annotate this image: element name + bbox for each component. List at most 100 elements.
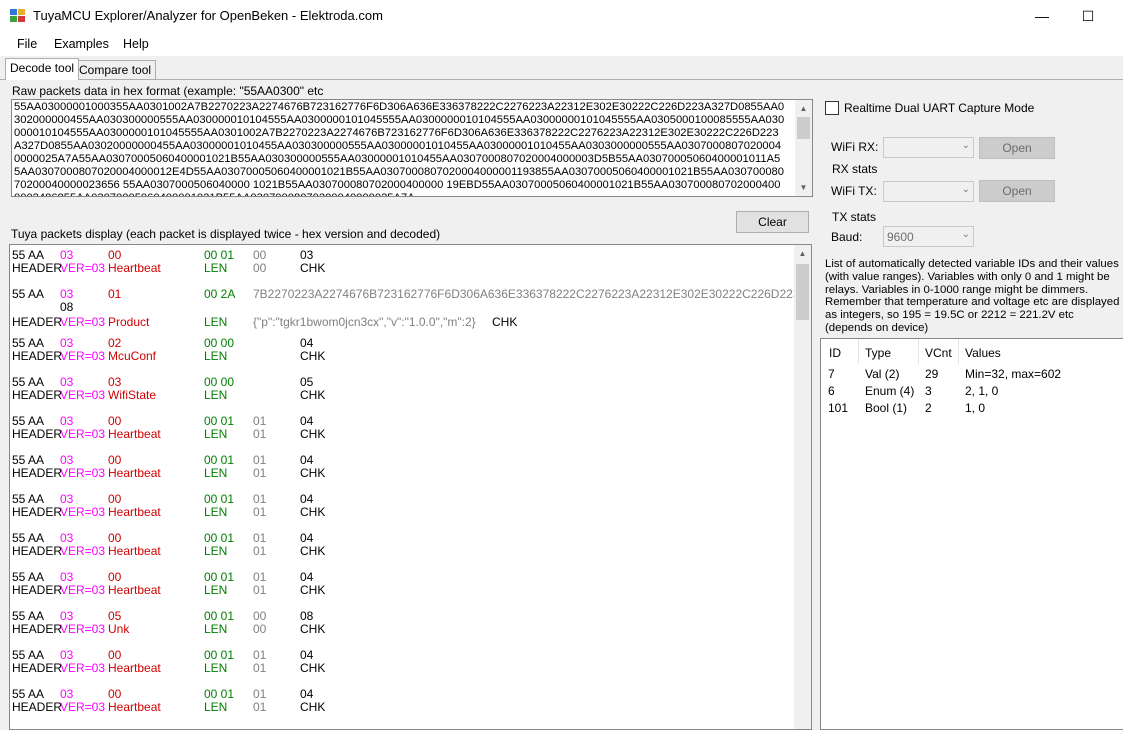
menu-help[interactable]: Help xyxy=(123,37,149,51)
packet-decoded-header: HEADER xyxy=(12,315,63,329)
packet-decoded-checksum: CHK xyxy=(300,261,326,275)
packet-decoded-data: 01 xyxy=(253,700,267,714)
capture-mode-checkbox[interactable] xyxy=(825,101,839,115)
raw-hex-textarea[interactable]: 55AA03000001000355AA0301002A7B2270223A22… xyxy=(11,99,813,197)
packet-decoded-command: WifiState xyxy=(108,388,157,402)
packet-decoded-version: VER=03 xyxy=(60,505,106,519)
tab-strip: Decode tool Compare tool xyxy=(0,56,1123,80)
packet-decoded-version: VER=03 xyxy=(60,388,106,402)
packet-decoded-command: Heartbeat xyxy=(108,466,161,480)
wifi-tx-select[interactable]: ⌄ xyxy=(883,181,974,202)
packet-decoded-version: VER=03 xyxy=(60,622,106,636)
packet-entry: 55 AA 03 05 00 01 00 08 HEADER VER=03 Unk LEN 00 CH… xyxy=(10,610,790,638)
packet-decoded-length: LEN xyxy=(204,544,228,558)
baud-select[interactable]: 9600 ⌄ xyxy=(883,226,974,247)
packet-decoded-checksum: CHK xyxy=(300,700,326,714)
packet-decoded-command: Heartbeat xyxy=(108,544,161,558)
window-title: TuyaMCU Explorer/Analyzer for OpenBeken … xyxy=(33,8,383,23)
packet-decoded-checksum: CHK xyxy=(300,544,326,558)
packet-decoded-checksum: CHK xyxy=(300,466,326,480)
raw-hex-scrollbar[interactable]: ▲ ▼ xyxy=(795,100,812,196)
menu-file[interactable]: File xyxy=(17,37,37,51)
packet-decoded-data: 01 xyxy=(253,583,267,597)
var-type: Enum (4) xyxy=(865,384,915,398)
baud-label: Baud: xyxy=(831,230,863,244)
packet-decoded-version: VER=03 xyxy=(60,466,106,480)
packet-decoded-command: Unk xyxy=(108,622,130,636)
packet-entry: 55 AA 03 00 00 01 01 04 HEADER VER=03 Heartbeat L… xyxy=(10,532,790,560)
packet-entry: 55 AA 03 02 00 00 04 HEADER VER=03 McuConf LEN CH… xyxy=(10,337,790,365)
open-rx-button[interactable]: Open xyxy=(979,137,1055,159)
baud-value: 9600 xyxy=(887,230,914,244)
packet-decoded-checksum: CHK xyxy=(300,583,326,597)
packet-decoded-length: LEN xyxy=(204,427,228,441)
var-values: 2, 1, 0 xyxy=(965,384,999,398)
var-vcnt: 3 xyxy=(925,384,932,398)
packets-scrollbar[interactable]: ▲ xyxy=(794,245,811,729)
packet-entry: 55 AA 03 00 00 01 01 04 HEADER VER=03 Heartbeat L… xyxy=(10,571,790,599)
packet-decoded-length: LEN xyxy=(204,700,228,714)
col-header-values[interactable]: Values xyxy=(965,346,1001,360)
packet-decoded-length: LEN xyxy=(204,583,228,597)
chevron-down-icon: ⌄ xyxy=(961,184,970,195)
packet-decoded-version: VER=03 xyxy=(60,583,106,597)
var-id: 7 xyxy=(828,367,835,381)
packet-decoded-length: LEN xyxy=(204,505,228,519)
packet-decoded-checksum: CHK xyxy=(300,505,326,519)
packet-entry: 55 AA 03 00 00 01 01 04 HEADER VER=03 Heartbeat L… xyxy=(10,649,790,677)
packet-decoded-header: HEADER xyxy=(12,261,63,275)
scroll-thumb[interactable] xyxy=(796,264,809,320)
scroll-down-icon[interactable]: ▼ xyxy=(795,179,812,196)
variables-table[interactable]: ID Type VCnt Values 7 Val (2) 29 Min=32,… xyxy=(820,338,1123,730)
packet-entry: 55 AA 03 00 00 01 01 04 HEADER VER=03 Heartbeat L… xyxy=(10,493,790,521)
wifi-rx-label: WiFi RX: xyxy=(831,140,879,154)
packet-decoded-command: Heartbeat xyxy=(108,505,161,519)
chevron-down-icon: ⌄ xyxy=(961,140,970,151)
packet-hex-command: 01 xyxy=(108,287,122,301)
menu-examples[interactable]: Examples xyxy=(54,37,109,51)
packet-decoded-data: 01 xyxy=(253,466,267,480)
packet-decoded-header: HEADER xyxy=(12,583,63,597)
packet-entry: 55 AA 03 00 00 01 01 04 HEADER VER=03 Heartbeat L… xyxy=(10,415,790,443)
packet-decoded-header: HEADER xyxy=(12,349,63,363)
packet-decoded-data: 00 xyxy=(253,261,267,275)
scroll-thumb[interactable] xyxy=(797,117,810,139)
packet-entry: 55 AA 03 00 00 01 01 04 HEADER VER=03 Heartbeat L… xyxy=(10,454,790,482)
var-vcnt: 2 xyxy=(925,401,932,415)
packet-decoded-length: LEN xyxy=(204,661,228,675)
packet-decoded-length: LEN xyxy=(204,466,228,480)
tab-compare-tool[interactable]: Compare tool xyxy=(74,60,157,80)
packet-decoded-version: VER=03 xyxy=(60,700,106,714)
packet-decoded-header: HEADER xyxy=(12,700,63,714)
packet-decoded-header: HEADER xyxy=(12,505,63,519)
tab-decode-tool[interactable]: Decode tool xyxy=(5,58,80,80)
packet-decoded-header: HEADER xyxy=(12,466,63,480)
rx-stats-label: RX stats xyxy=(832,162,878,176)
col-header-type[interactable]: Type xyxy=(865,346,891,360)
packets-display[interactable]: 55 AA 03 00 00 01 00 03 HEADER VER=03 Heartbeat L… xyxy=(9,244,812,730)
packet-decoded-checksum: CHK xyxy=(300,622,326,636)
capture-mode-label: Realtime Dual UART Capture Mode xyxy=(844,101,1035,115)
packet-decoded-length: LEN xyxy=(204,261,228,275)
wifi-tx-label: WiFi TX: xyxy=(831,184,877,198)
variables-info-text: List of automatically detected variable … xyxy=(825,258,1120,334)
var-type: Val (2) xyxy=(865,367,900,381)
maximize-button[interactable]: ☐ xyxy=(1065,0,1111,32)
scroll-up-icon[interactable]: ▲ xyxy=(795,100,812,117)
col-header-id[interactable]: ID xyxy=(829,346,841,360)
packet-decoded-checksum: CHK xyxy=(300,388,326,402)
var-id: 101 xyxy=(828,401,849,415)
open-tx-button[interactable]: Open xyxy=(979,180,1055,202)
packet-decoded-data: 01 xyxy=(253,505,267,519)
col-header-vcnt[interactable]: VCnt xyxy=(925,346,952,360)
packet-hex-data: 7B2270223A2274676B723162776F6D306A636E33… xyxy=(253,287,812,301)
scroll-up-icon[interactable]: ▲ xyxy=(794,245,811,262)
wifi-rx-select[interactable]: ⌄ xyxy=(883,137,974,158)
packet-decoded-version: VER=03 xyxy=(60,315,106,329)
raw-data-label: Raw packets data in hex format (example:… xyxy=(12,84,324,98)
minimize-button[interactable]: — xyxy=(1019,0,1065,32)
raw-hex-text: 55AA03000001000355AA0301002A7B2270223A22… xyxy=(14,101,785,196)
packet-decoded-checksum: CHK xyxy=(300,661,326,675)
clear-button[interactable]: Clear xyxy=(736,211,809,233)
packet-decoded-header: HEADER xyxy=(12,661,63,675)
